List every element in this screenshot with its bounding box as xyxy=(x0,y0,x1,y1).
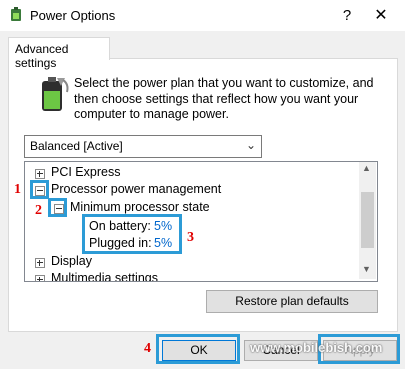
settings-tree[interactable]: PCI Express Processor power management M… xyxy=(24,161,378,282)
annotation-number-3: 3 xyxy=(187,230,194,245)
highlight-box-2 xyxy=(48,198,67,217)
power-plan-select[interactable]: Balanced [Active] ⌄ xyxy=(24,135,262,158)
help-button[interactable]: ? xyxy=(336,5,358,27)
scroll-down-icon[interactable]: ▼ xyxy=(362,264,371,274)
highlight-box-3 xyxy=(82,214,182,254)
highlight-box-4 xyxy=(156,334,240,364)
power-options-icon xyxy=(8,7,24,23)
watermark: www.mobilebish.com xyxy=(250,340,383,355)
expand-icon[interactable] xyxy=(35,258,45,268)
tree-scrollbar[interactable]: ▲ ▼ xyxy=(359,162,376,279)
power-plan-value: Balanced [Active] xyxy=(30,139,123,153)
close-button[interactable]: ✕ xyxy=(368,5,394,27)
chevron-down-icon: ⌄ xyxy=(245,138,256,152)
tree-item-pci-express[interactable]: PCI Express xyxy=(51,165,120,179)
annotation-number-4: 4 xyxy=(144,341,151,356)
scroll-thumb[interactable] xyxy=(361,192,374,248)
battery-icon xyxy=(33,74,73,114)
tree-item-multimedia-settings[interactable]: Multimedia settings xyxy=(51,271,158,281)
expand-icon[interactable] xyxy=(35,275,45,281)
tab-label: Advanced settings xyxy=(15,42,69,70)
window-title: Power Options xyxy=(30,8,116,23)
highlight-box-1 xyxy=(30,180,49,199)
expand-icon[interactable] xyxy=(35,169,45,179)
tree-item-minimum-processor-state[interactable]: Minimum processor state xyxy=(70,200,210,214)
tree-item-processor-power-management[interactable]: Processor power management xyxy=(51,182,221,196)
annotation-number-1: 1 xyxy=(14,182,21,197)
tree-item-display[interactable]: Display xyxy=(51,254,92,268)
tab-advanced-settings[interactable]: Advanced settings xyxy=(8,37,110,70)
description-text: Select the power plan that you want to c… xyxy=(74,76,374,121)
scroll-up-icon[interactable]: ▲ xyxy=(362,163,371,173)
annotation-number-2: 2 xyxy=(35,203,42,218)
restore-plan-defaults-button[interactable]: Restore plan defaults xyxy=(206,290,378,313)
